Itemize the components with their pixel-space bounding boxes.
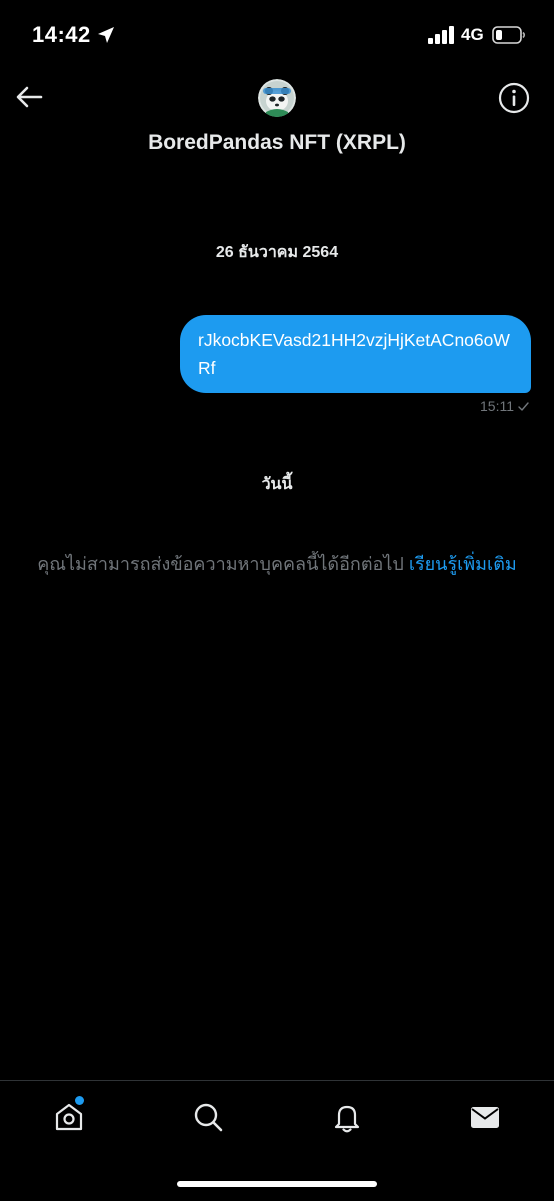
tab-notifications[interactable] bbox=[327, 1099, 367, 1139]
tab-home[interactable] bbox=[49, 1096, 89, 1139]
today-separator: วันนี้ bbox=[261, 476, 293, 493]
conversation-title[interactable]: BoredPandas NFT (XRPL) bbox=[0, 131, 554, 155]
date-separator: 26 ธันวาคม 2564 bbox=[215, 244, 339, 261]
sent-check-icon bbox=[517, 400, 530, 413]
outgoing-message-bubble[interactable]: rJkocbKEVasd21HH2vzjHjKetACno6oWRf bbox=[180, 315, 531, 393]
back-arrow-icon bbox=[14, 85, 44, 114]
tab-messages[interactable] bbox=[465, 1099, 505, 1139]
cannot-message-notice: คุณไม่สามารถส่งข้อความหาบุคคลนี้ได้อีกต่… bbox=[24, 550, 530, 578]
learn-more-link[interactable]: เรียนรู้เพิ่มเติม bbox=[409, 554, 517, 574]
back-button[interactable] bbox=[12, 82, 46, 116]
message-meta: 15:11 bbox=[480, 398, 530, 414]
notifications-icon bbox=[330, 1100, 364, 1139]
message-text: rJkocbKEVasd21HH2vzjHjKetACno6oWRf bbox=[198, 330, 510, 378]
status-time: 14:42 bbox=[32, 22, 91, 47]
tab-search[interactable] bbox=[188, 1099, 228, 1139]
home-icon bbox=[52, 1100, 86, 1139]
notification-dot bbox=[75, 1096, 84, 1105]
home-indicator[interactable] bbox=[177, 1181, 377, 1187]
search-icon bbox=[191, 1100, 225, 1139]
message-time: 15:11 bbox=[480, 398, 514, 414]
info-button[interactable] bbox=[496, 82, 532, 118]
network-type-label: 4G bbox=[461, 25, 484, 44]
cellular-signal-icon bbox=[428, 26, 456, 44]
status-bar: 14:42 4G bbox=[0, 0, 554, 70]
messages-icon bbox=[468, 1100, 502, 1139]
notice-text: คุณไม่สามารถส่งข้อความหาบุคคลนี้ได้อีกต่… bbox=[37, 554, 409, 574]
info-icon bbox=[498, 82, 530, 119]
location-arrow-icon bbox=[96, 25, 116, 45]
battery-icon bbox=[492, 25, 526, 45]
avatar[interactable] bbox=[258, 79, 296, 117]
